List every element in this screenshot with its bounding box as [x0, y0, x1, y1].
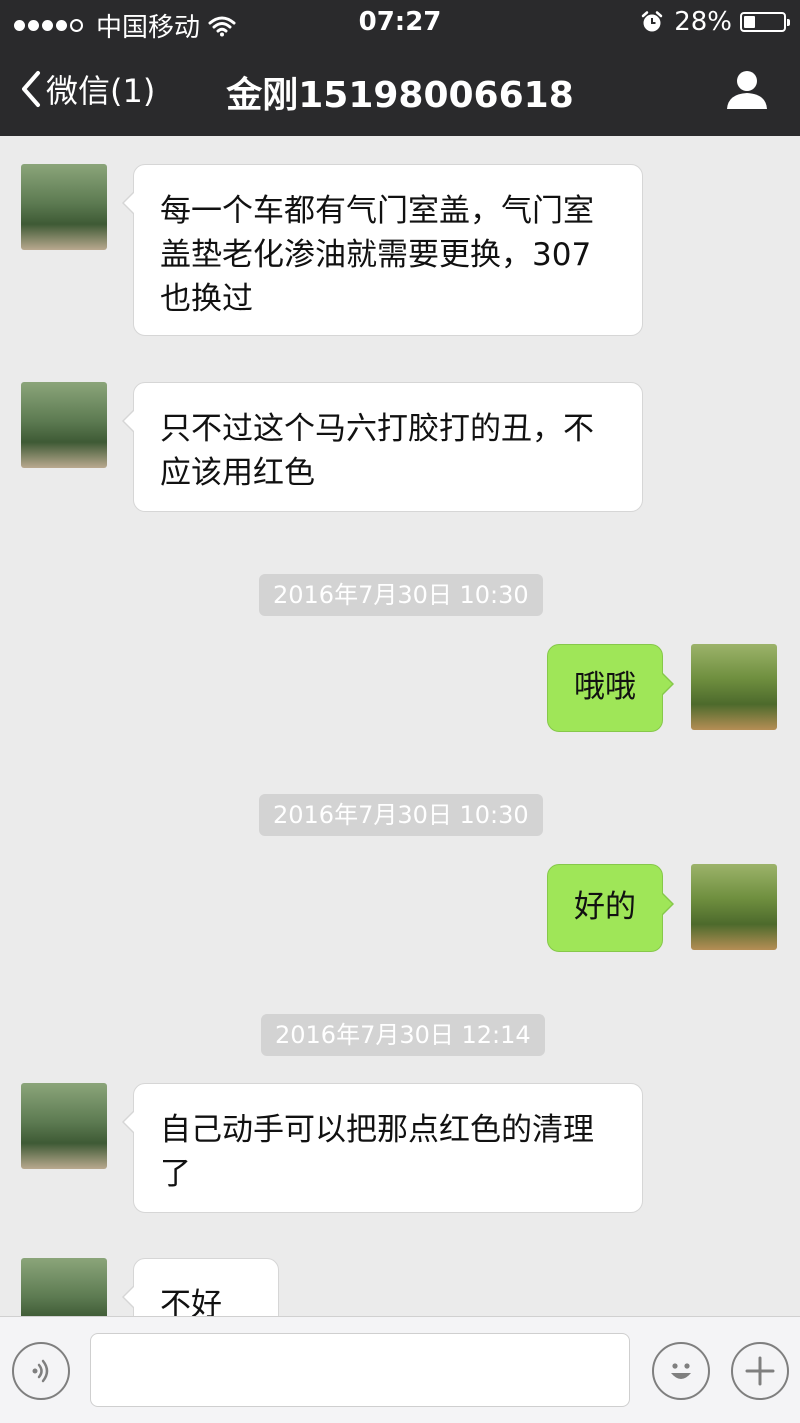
status-left: 中国移动 — [14, 7, 236, 44]
message-bubble-outgoing[interactable]: 好的 — [547, 864, 674, 952]
emoji-button[interactable] — [652, 1342, 710, 1400]
plus-icon — [745, 1356, 775, 1386]
timestamp: 2016年7月30日 12:14 — [261, 1014, 545, 1056]
wifi-icon — [208, 16, 236, 36]
status-right: 28% — [640, 7, 790, 37]
signal-dots-icon — [14, 19, 86, 32]
message-bubble-incoming[interactable]: 只不过这个马六打胶打的丑，不应该用红色 — [122, 382, 643, 512]
message-bubble-outgoing[interactable]: 哦哦 — [547, 644, 674, 732]
emoji-smile-icon — [671, 1363, 691, 1379]
contact-avatar[interactable] — [21, 1258, 107, 1316]
my-avatar[interactable] — [691, 644, 777, 730]
battery-fill — [744, 16, 755, 28]
chevron-left-icon — [22, 71, 40, 107]
timestamp: 2016年7月30日 10:30 — [259, 794, 543, 836]
alarm-clock-icon — [641, 11, 663, 32]
message-bubble-incoming[interactable]: 自己动手可以把那点红色的清理了 — [122, 1083, 643, 1213]
person-icon — [727, 71, 767, 109]
back-label: 微信(1) — [46, 72, 156, 110]
input-bar — [0, 1316, 800, 1423]
my-avatar[interactable] — [691, 864, 777, 950]
message-input[interactable] — [90, 1333, 630, 1407]
voice-icon — [32, 1359, 49, 1383]
chat-info-button[interactable] — [726, 68, 768, 114]
chat-area[interactable]: 每一个车都有气门室盖，气门室盖垫老化渗油就需要更换，307也换过 只不过这个马六… — [0, 136, 800, 1316]
voice-button[interactable] — [12, 1342, 70, 1400]
back-button[interactable]: 微信(1) — [18, 66, 155, 112]
timestamp: 2016年7月30日 10:30 — [259, 574, 543, 616]
message-bubble-incoming[interactable]: 每一个车都有气门室盖，气门室盖垫老化渗油就需要更换，307也换过 — [122, 164, 643, 336]
message-bubble-incoming[interactable]: 不好看 — [122, 1258, 279, 1316]
contact-avatar[interactable] — [21, 382, 107, 468]
nav-bar: 微信(1) 金刚15198006618 — [0, 44, 800, 136]
contact-avatar[interactable] — [21, 164, 107, 250]
carrier-name: 中国移动 — [96, 13, 201, 43]
more-button[interactable] — [731, 1342, 789, 1400]
battery-icon — [740, 12, 790, 32]
contact-avatar[interactable] — [21, 1083, 107, 1169]
battery-percent: 28% — [674, 7, 732, 37]
status-bar: 中国移动 07:27 28% — [0, 0, 800, 44]
